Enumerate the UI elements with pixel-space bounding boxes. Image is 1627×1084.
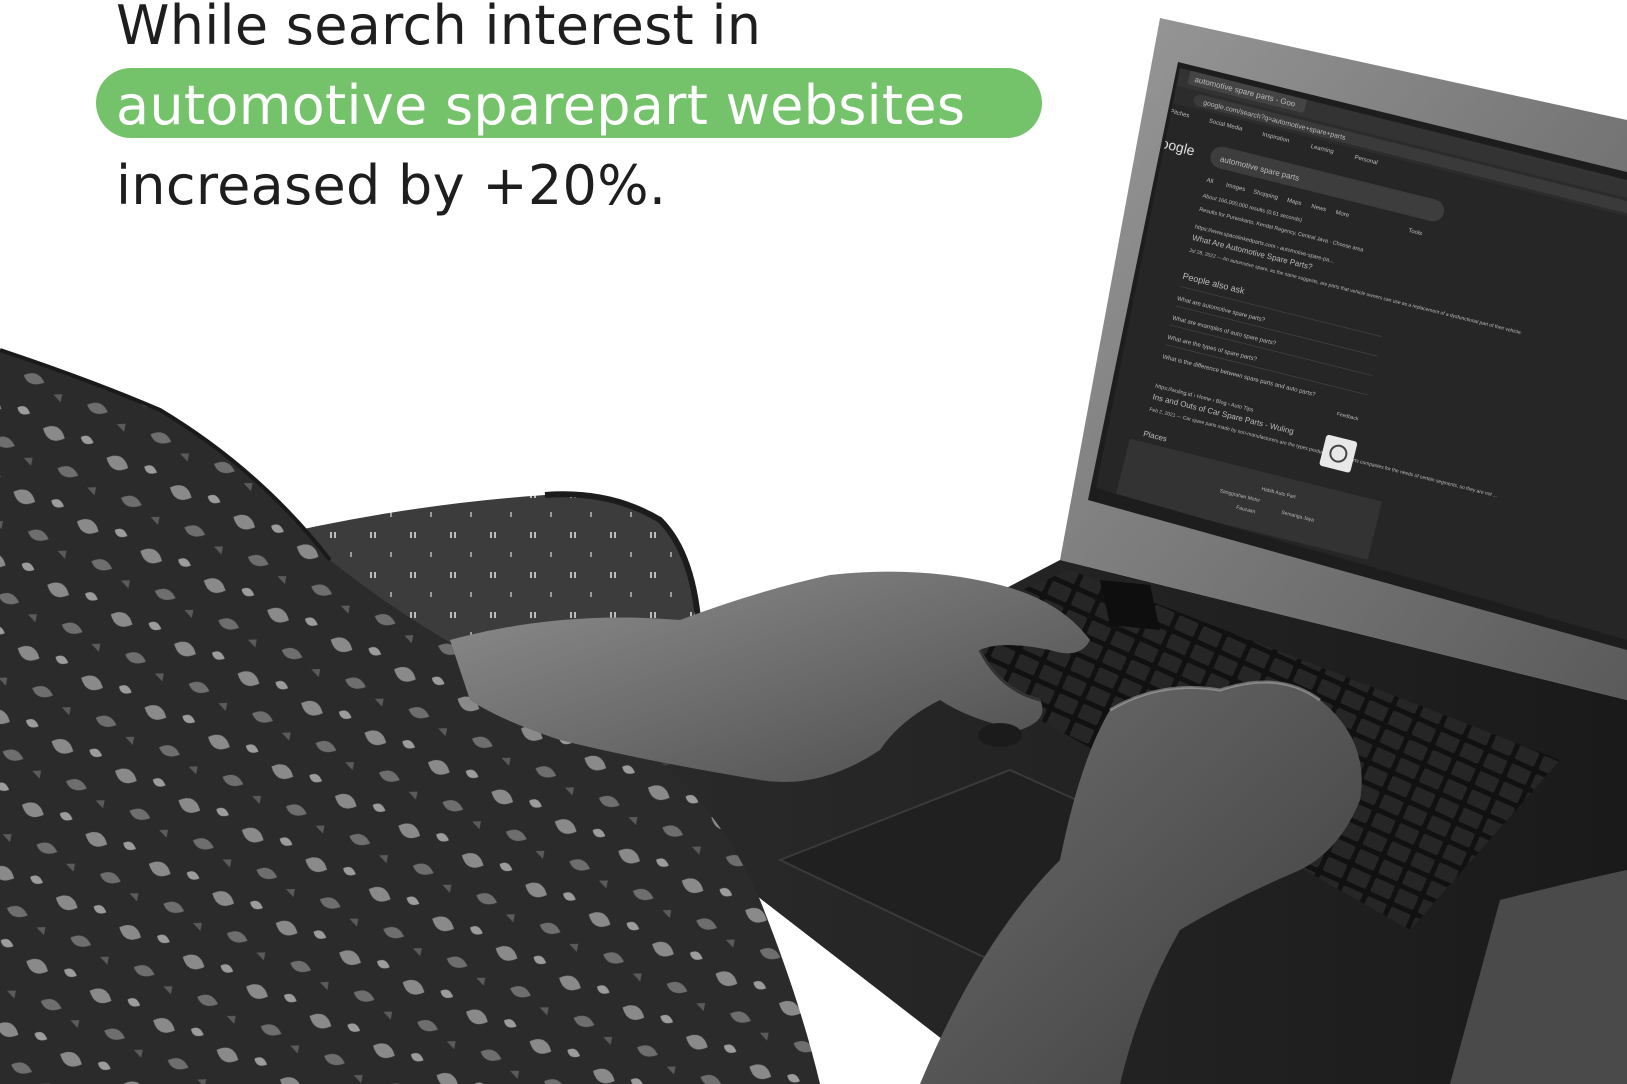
headline-line-3: increased by +20%.	[116, 154, 667, 217]
headline-line-2-highlighted: automotive sparepart websites	[116, 74, 966, 137]
headline-line-1: While search interest in	[116, 0, 762, 57]
headline: While search interest in automotive spar…	[116, 0, 965, 226]
ad-canvas: automotive spare parts - Goo google.com/…	[0, 0, 1627, 1084]
